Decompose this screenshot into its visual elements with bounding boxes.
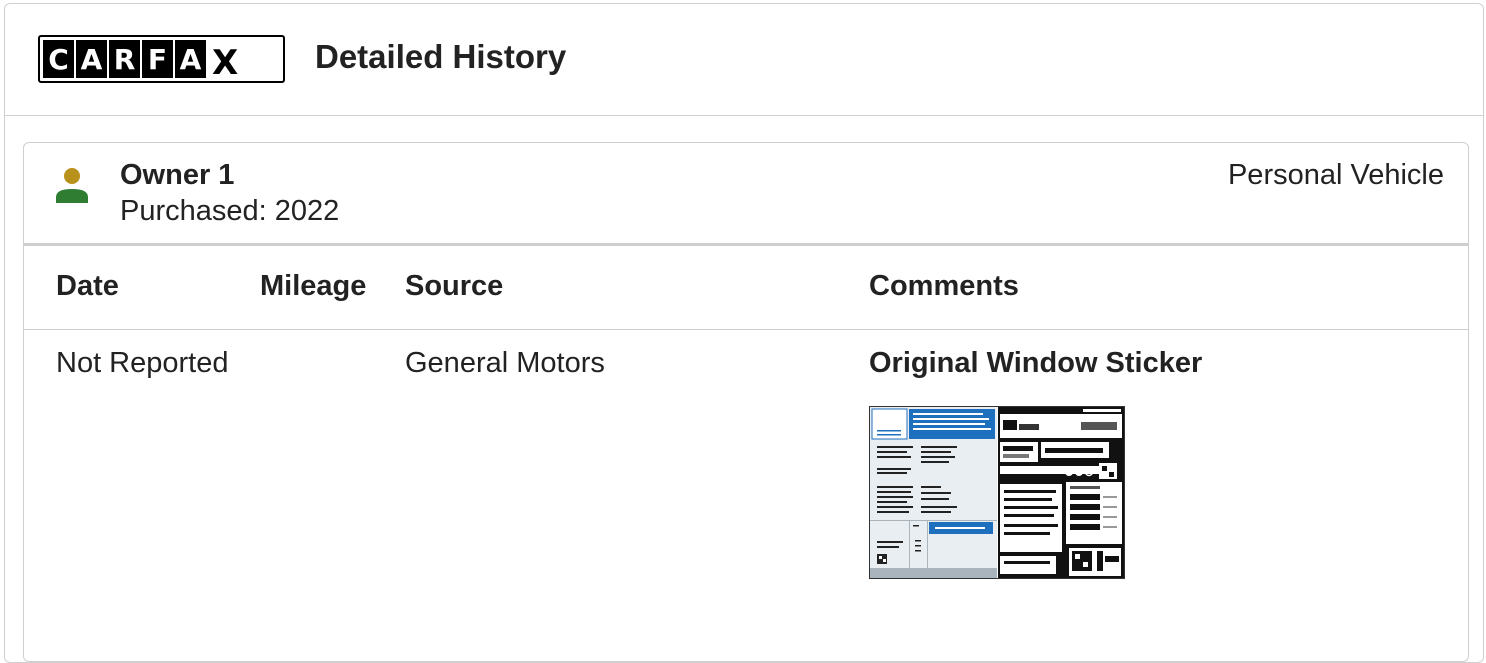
detailed-history-panel: C A R F A X Detailed History Owner 1 Pur… [4,3,1484,663]
owner-name: Owner 1 [120,159,235,191]
row-source: General Motors [405,347,605,379]
logo-letter: C [43,40,74,78]
owner-summary: Owner 1 Purchased: 2022 Personal Vehicle [24,143,1468,246]
owner-history-card: Owner 1 Purchased: 2022 Personal Vehicle… [23,142,1469,662]
column-header-source: Source [405,270,504,302]
logo-letter-x: X [208,39,244,83]
logo-letter: A [175,40,206,78]
history-table-header: Date Mileage Source Comments [24,246,1468,330]
page-title: Detailed History [315,38,567,75]
person-icon [56,168,88,203]
column-header-date: Date [56,270,119,302]
window-sticker-title[interactable]: Original Window Sticker [869,347,1202,380]
logo-letter: R [109,40,140,78]
column-header-mileage: Mileage [260,270,367,302]
window-sticker-thumbnail[interactable] [869,406,1125,579]
logo-letter: F [142,40,173,78]
row-date: Not Reported [56,347,229,379]
carfax-logo: C A R F A X [38,35,285,83]
logo-letter: A [76,40,107,78]
column-header-comments: Comments [869,270,1019,302]
vehicle-use-type: Personal Vehicle [1227,159,1444,191]
panel-header: C A R F A X Detailed History [5,4,1483,116]
owner-purchased-year: Purchased: 2022 [120,195,340,227]
